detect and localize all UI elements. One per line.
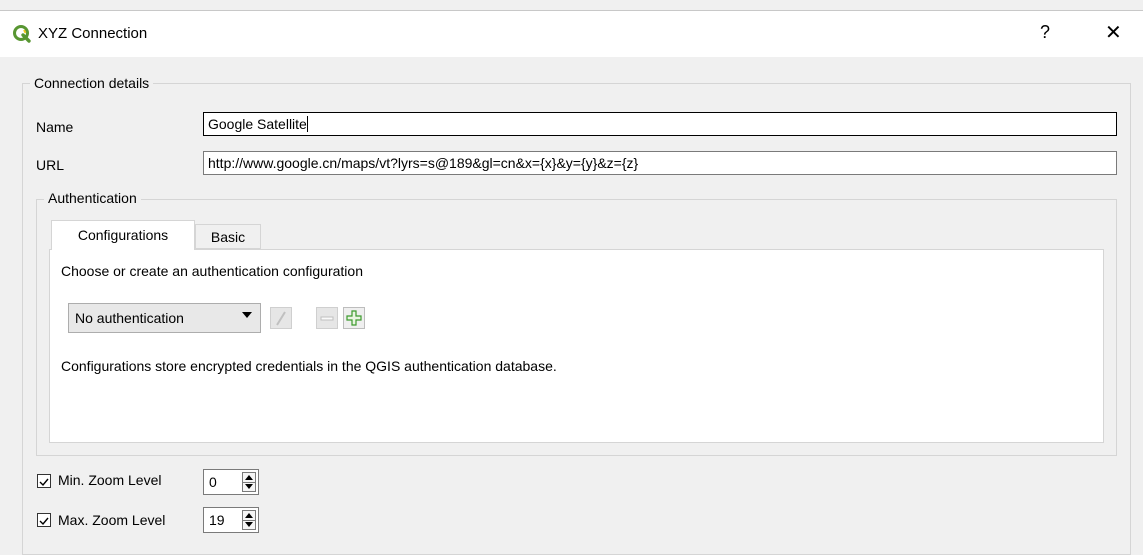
min-zoom-label: Min. Zoom Level (58, 472, 162, 488)
name-label: Name (36, 119, 74, 135)
connection-details-title: Connection details (30, 75, 154, 91)
arrow-up-icon[interactable] (245, 475, 253, 480)
checkmark-icon (39, 478, 49, 487)
max-zoom-label: Max. Zoom Level (58, 512, 166, 528)
name-input[interactable]: Google Satellite (203, 112, 1117, 136)
url-input-value: http://www.google.cn/maps/vt?lyrs=s@189&… (208, 155, 639, 171)
auth-prompt: Choose or create an authentication confi… (61, 263, 363, 279)
tab-configurations-label: Configurations (77, 227, 169, 243)
tab-configurations[interactable]: Configurations (51, 220, 195, 250)
min-zoom-spinbox[interactable]: 0 (203, 469, 259, 495)
add-config-button[interactable] (343, 307, 365, 329)
text-caret (306, 116, 308, 132)
url-label: URL (36, 157, 65, 173)
max-zoom-checkbox[interactable] (37, 513, 51, 527)
name-input-value: Google Satellite (208, 116, 307, 132)
qgis-logo-icon (12, 24, 32, 44)
edit-pencil-icon (276, 311, 286, 326)
max-zoom-value: 19 (209, 512, 225, 528)
min-zoom-checkbox[interactable] (37, 474, 51, 488)
authentication-title: Authentication (44, 190, 141, 206)
max-zoom-stepper[interactable] (242, 510, 256, 530)
auth-config-selected: No authentication (75, 310, 184, 326)
edit-config-button[interactable] (270, 307, 292, 329)
arrow-up-icon[interactable] (245, 513, 253, 518)
window-title: XYZ Connection (38, 25, 148, 42)
min-zoom-value: 0 (209, 474, 217, 490)
tab-basic[interactable]: Basic (195, 224, 261, 249)
arrow-down-icon[interactable] (245, 522, 253, 527)
close-button[interactable]: ✕ (1105, 20, 1122, 45)
title-bar: XYZ Connection ? ✕ (0, 11, 1143, 57)
stepper-divider (243, 520, 255, 521)
url-input[interactable]: http://www.google.cn/maps/vt?lyrs=s@189&… (203, 151, 1117, 175)
auth-config-select[interactable]: No authentication (68, 303, 261, 333)
min-zoom-stepper[interactable] (242, 472, 256, 492)
max-zoom-spinbox[interactable]: 19 (203, 507, 259, 533)
chevron-down-icon (242, 312, 252, 318)
auth-info-text: Configurations store encrypted credentia… (61, 358, 557, 374)
checkmark-icon (39, 517, 49, 526)
remove-config-button[interactable] (316, 307, 338, 329)
tab-basic-label: Basic (210, 229, 246, 245)
stepper-divider (243, 482, 255, 483)
help-button[interactable]: ? (1040, 22, 1050, 43)
arrow-down-icon[interactable] (245, 484, 253, 489)
remove-minus-icon (320, 316, 334, 321)
add-plus-icon (346, 310, 362, 326)
